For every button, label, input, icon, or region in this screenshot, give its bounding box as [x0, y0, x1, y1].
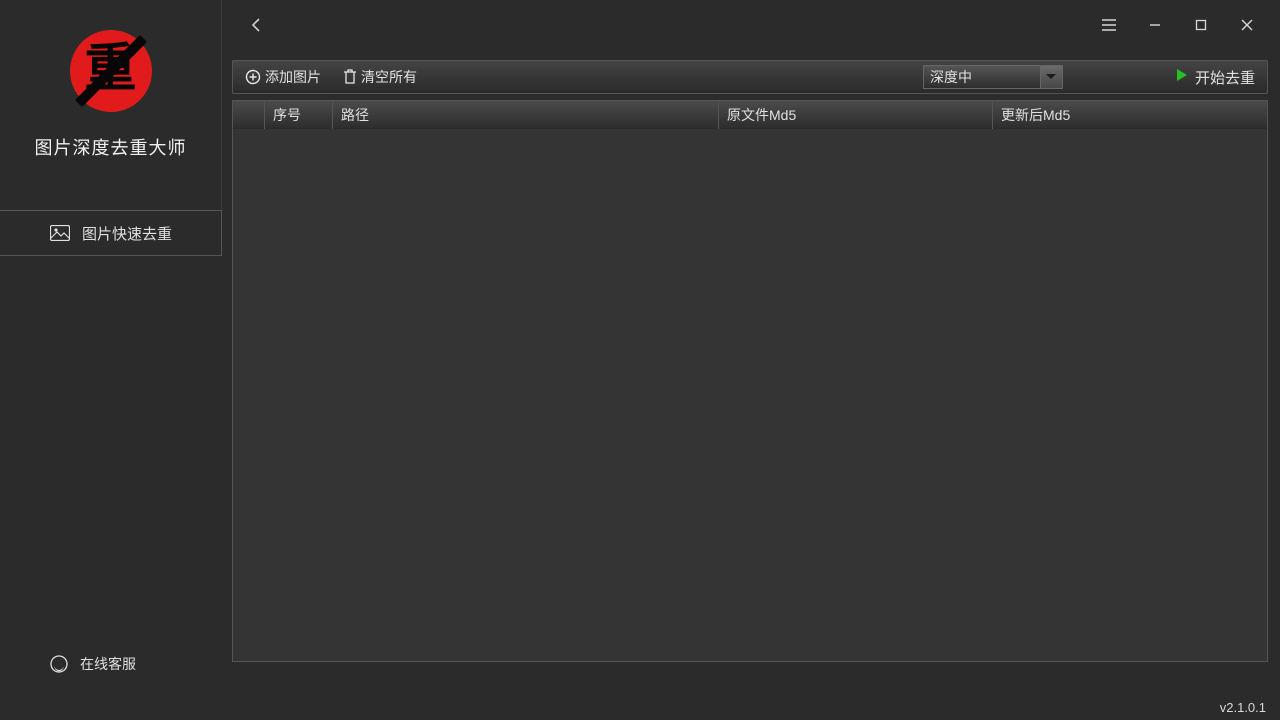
- version-label: v2.1.0.1: [1220, 700, 1266, 715]
- table-body: [233, 129, 1267, 661]
- start-label: 开始去重: [1195, 67, 1255, 88]
- add-images-label: 添加图片: [265, 67, 321, 87]
- chevron-down-icon: [1040, 66, 1062, 88]
- col-index[interactable]: 序号: [265, 101, 333, 129]
- table-header: 序号 路径 原文件Md5 更新后Md5: [233, 101, 1267, 129]
- depth-select[interactable]: 深度中: [923, 65, 1063, 89]
- plus-circle-icon: [245, 69, 261, 85]
- maximize-icon: [1195, 19, 1207, 31]
- close-button[interactable]: [1224, 10, 1270, 40]
- menu-button[interactable]: [1086, 10, 1132, 40]
- image-icon: [50, 225, 70, 241]
- toolbar: 添加图片 清空所有 深度中 开始去: [232, 60, 1268, 94]
- clear-all-label: 清空所有: [361, 67, 417, 87]
- online-support-button[interactable]: 在线客服: [0, 634, 222, 694]
- statusbar: v2.1.0.1: [0, 694, 1280, 720]
- col-original-md5[interactable]: 原文件Md5: [719, 101, 993, 129]
- sidebar: 重 图片深度去重大师 图片快速去重 在线客服: [0, 0, 222, 694]
- minimize-button[interactable]: [1132, 10, 1178, 40]
- maximize-button[interactable]: [1178, 10, 1224, 40]
- col-updated-md5[interactable]: 更新后Md5: [993, 101, 1267, 129]
- support-icon: [50, 655, 68, 673]
- sidebar-item-label: 图片快速去重: [82, 223, 172, 244]
- main-panel: 添加图片 清空所有 深度中 开始去: [222, 0, 1280, 694]
- minimize-icon: [1149, 19, 1161, 31]
- content-area: 添加图片 清空所有 深度中 开始去: [222, 50, 1280, 694]
- chevron-left-icon: [250, 18, 264, 32]
- play-icon: [1175, 68, 1189, 86]
- col-blank[interactable]: [233, 101, 265, 129]
- clear-all-button[interactable]: 清空所有: [339, 64, 421, 90]
- menu-icon: [1102, 19, 1116, 31]
- back-button[interactable]: [242, 10, 272, 40]
- logo-block: 重 图片深度去重大师: [0, 0, 222, 210]
- window-controls: [1086, 10, 1270, 40]
- trash-icon: [343, 69, 357, 85]
- app-logo: 重: [70, 30, 152, 112]
- depth-select-value: 深度中: [924, 67, 972, 87]
- col-path[interactable]: 路径: [333, 101, 719, 129]
- result-table: 序号 路径 原文件Md5 更新后Md5: [232, 100, 1268, 662]
- close-icon: [1241, 19, 1253, 31]
- start-dedupe-button[interactable]: 开始去重: [1171, 65, 1259, 90]
- sidebar-item-quick-dedupe[interactable]: 图片快速去重: [0, 210, 222, 256]
- titlebar: [222, 0, 1280, 50]
- sidebar-nav: 图片快速去重: [0, 210, 222, 256]
- support-label: 在线客服: [80, 654, 136, 674]
- app-title: 图片深度去重大师: [35, 134, 187, 160]
- add-images-button[interactable]: 添加图片: [241, 64, 325, 90]
